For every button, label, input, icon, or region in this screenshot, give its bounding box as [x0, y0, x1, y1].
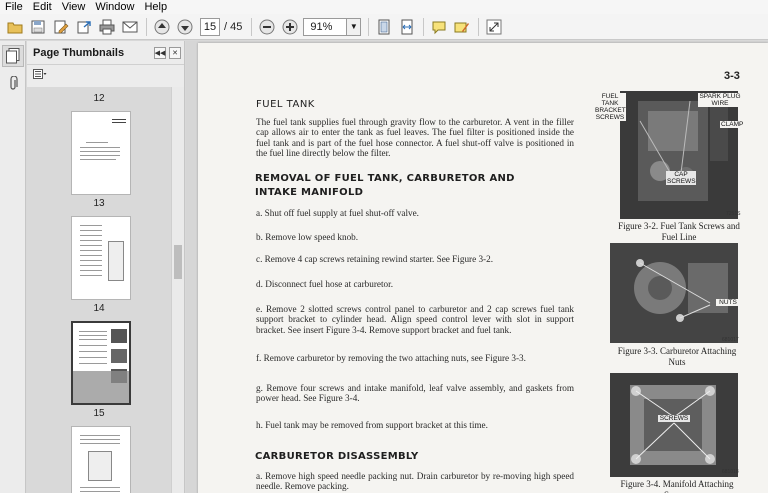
zoom-dropdown-button[interactable]: ▼	[347, 17, 362, 36]
thumbnail-label: 13	[93, 198, 105, 209]
page-number-label: 3-3	[724, 70, 740, 82]
panel-title: Page Thumbnails	[33, 46, 125, 59]
figure-callout: SPARK PLUG WIRE	[698, 93, 742, 107]
thumbnails-panel: Page Thumbnails ◀◀ ✕ 12 13 14 15	[27, 41, 185, 493]
comment-icon[interactable]	[429, 17, 449, 37]
toolbar-separator	[251, 17, 253, 36]
figure-callout: CAP SCREWS	[666, 171, 696, 185]
zoom-in-icon[interactable]	[280, 17, 300, 37]
toolbar-separator	[478, 17, 480, 36]
navigation-rail	[0, 41, 26, 493]
thumbnail-page-16[interactable]	[71, 426, 131, 493]
thumbnail-page-15[interactable]	[71, 321, 131, 405]
figure-callout: CLAMP	[720, 121, 744, 128]
menu-edit[interactable]: Edit	[28, 0, 57, 14]
scrollbar-thumb[interactable]	[174, 245, 182, 279]
step-item: f. Remove carburetor by removing the two…	[256, 353, 526, 363]
thumbnail-page-14[interactable]	[71, 216, 131, 300]
thumbnails-header: Page Thumbnails ◀◀ ✕	[27, 41, 184, 65]
figure-code: 7251S	[726, 211, 741, 217]
pdf-reader-window: File Edit View Window Help 15 / 45 91% ▼…	[0, 0, 768, 493]
menu-view[interactable]: View	[57, 0, 91, 14]
figure-3-4-photo	[610, 373, 738, 477]
section-heading: REMOVAL OF FUEL TANK, CARBURETOR AND INT…	[255, 173, 515, 198]
options-list-icon	[33, 69, 47, 79]
collapse-panel-button[interactable]: ◀◀	[154, 46, 166, 59]
figure-3-2-photo	[620, 91, 738, 219]
figure-caption: Figure 3-4. Manifold Attaching Screws	[620, 479, 734, 493]
email-icon[interactable]	[120, 17, 140, 37]
toolbar-separator	[146, 17, 147, 36]
step-item: a. Shut off fuel supply at fuel shut-off…	[256, 208, 419, 218]
figure-code: 681018	[722, 469, 739, 475]
figure-callout: NUTS	[716, 299, 740, 306]
chevron-down-icon: ▼	[349, 22, 358, 31]
thumbnail-label: 15	[93, 408, 105, 419]
thumbnail-label: 12	[93, 93, 105, 104]
zoom-level-input[interactable]: 91%	[303, 17, 348, 36]
print-icon[interactable]	[97, 17, 117, 37]
thumbnails-scrollbar[interactable]	[171, 87, 184, 493]
toolbar-separator	[423, 17, 425, 36]
step-item: e. Remove 2 slotted screws control panel…	[256, 304, 574, 335]
thumbnails-list: 12 13 14 15	[27, 87, 171, 493]
pdf-page: 3-3 FUEL TANK The fuel tank supplies fue…	[198, 43, 768, 493]
page-total: / 45	[224, 20, 243, 33]
step-item: g. Remove four screws and intake manifol…	[256, 383, 574, 404]
carb-paragraph: a. Remove high speed needle packing nut.…	[256, 471, 574, 492]
menu-window[interactable]: Window	[90, 0, 139, 14]
figure-caption: Figure 3-3. Carburetor Attaching Nuts	[617, 346, 737, 367]
save-icon[interactable]	[28, 17, 48, 37]
thumbnails-options-button[interactable]	[27, 65, 184, 83]
thumbnail-page-13[interactable]	[71, 111, 131, 195]
page-number-input[interactable]: 15	[200, 17, 220, 36]
menu-bar: File Edit View Window Help	[0, 0, 768, 14]
section-heading: CARBURETOR DISASSEMBLY	[255, 451, 419, 462]
fit-page-icon[interactable]	[374, 17, 394, 37]
thumbnail-label: 14	[93, 303, 105, 314]
prev-page-icon[interactable]	[152, 17, 172, 37]
figure-caption: Figure 3-2. Fuel Tank Screws and Fuel Li…	[618, 221, 740, 242]
figure-callout: SCREWS	[658, 415, 690, 422]
page-thumbnails-icon[interactable]	[2, 45, 24, 67]
fit-width-icon[interactable]	[397, 17, 417, 37]
toolbar: 15 / 45 91% ▼	[0, 14, 768, 40]
fuel-tank-paragraph: The fuel tank supplies fuel through grav…	[256, 117, 574, 159]
menu-help[interactable]: Help	[139, 0, 172, 14]
figure-3-3-photo	[610, 243, 738, 343]
section-heading: FUEL TANK	[256, 99, 315, 110]
document-viewport[interactable]: 3-3 FUEL TANK The fuel tank supplies fue…	[186, 41, 768, 493]
export-icon[interactable]	[74, 17, 94, 37]
close-icon: ✕	[172, 49, 178, 57]
step-item: d. Disconnect fuel hose at carburetor.	[256, 279, 393, 289]
highlight-icon[interactable]	[452, 17, 472, 37]
close-panel-button[interactable]: ✕	[169, 46, 181, 59]
step-item: b. Remove low speed knob.	[256, 232, 359, 242]
step-item: c. Remove 4 cap screws retaining rewind …	[256, 254, 494, 264]
menu-file[interactable]: File	[0, 0, 28, 14]
figure-code: 681017	[722, 337, 739, 343]
step-item: h. Fuel tank may be removed from support…	[256, 420, 488, 430]
open-icon[interactable]	[5, 17, 25, 37]
attachments-icon[interactable]	[2, 73, 24, 95]
zoom-out-icon[interactable]	[257, 17, 277, 37]
next-page-icon[interactable]	[175, 17, 195, 37]
expand-icon[interactable]	[484, 17, 504, 37]
figure-callout: FUEL TANK BRACKET SCREWS	[594, 93, 626, 121]
edit-icon[interactable]	[51, 17, 71, 37]
toolbar-separator	[368, 17, 370, 36]
double-chevron-left-icon: ◀◀	[154, 49, 166, 57]
